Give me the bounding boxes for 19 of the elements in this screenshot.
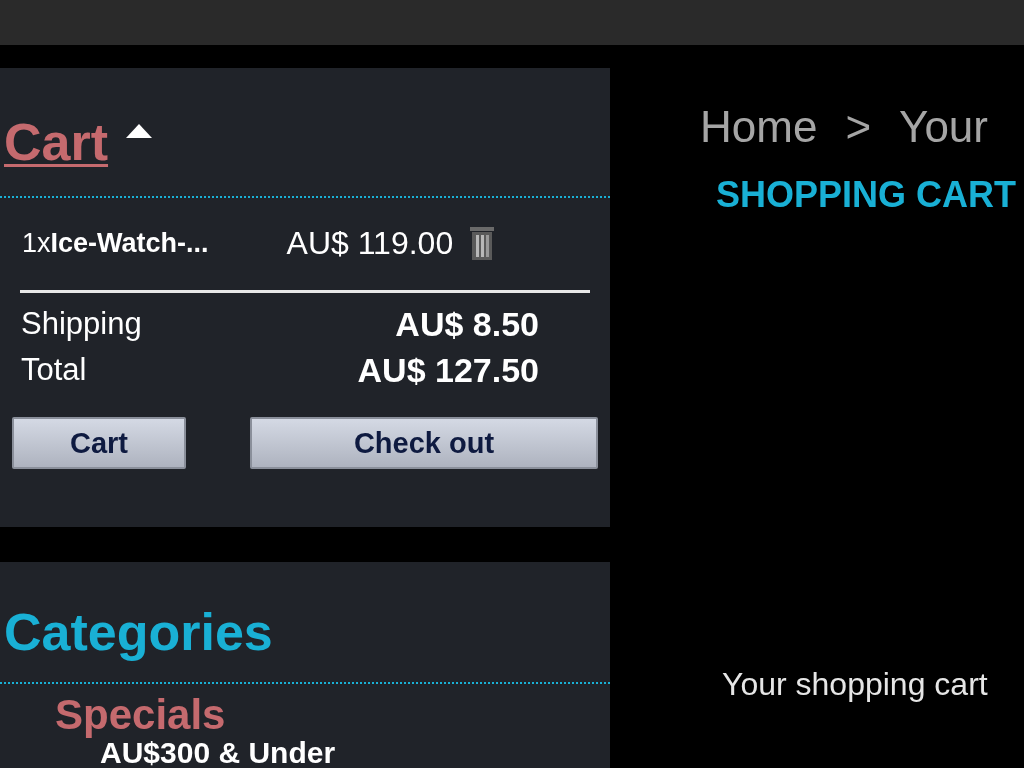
- summary-value: AU$ 127.50: [357, 350, 539, 390]
- item-name[interactable]: Ice-Watch-...: [50, 227, 287, 259]
- item-price: AU$ 119.00: [286, 224, 454, 262]
- item-quantity: 1x: [22, 227, 51, 259]
- summary-label: Shipping: [21, 306, 142, 342]
- page-heading: SHOPPING CART: [716, 174, 1018, 216]
- empty-cart-message: Your shopping cart: [722, 666, 989, 703]
- category-link[interactable]: AU$300 & Under: [0, 738, 610, 768]
- trash-icon[interactable]: [469, 225, 496, 261]
- category-link[interactable]: Specials: [0, 694, 610, 736]
- summary-value: AU$ 8.50: [395, 304, 539, 344]
- checkout-button[interactable]: Check out: [250, 417, 598, 469]
- cart-button[interactable]: Cart: [12, 417, 186, 469]
- collapse-caret-icon[interactable]: [126, 124, 153, 138]
- breadcrumb-separator: >: [845, 102, 872, 152]
- breadcrumb-link[interactable]: Home: [700, 102, 818, 152]
- cart-title[interactable]: Cart: [4, 116, 109, 168]
- summary-label: Total: [21, 352, 87, 388]
- breadcrumb-link[interactable]: Your: [899, 102, 988, 152]
